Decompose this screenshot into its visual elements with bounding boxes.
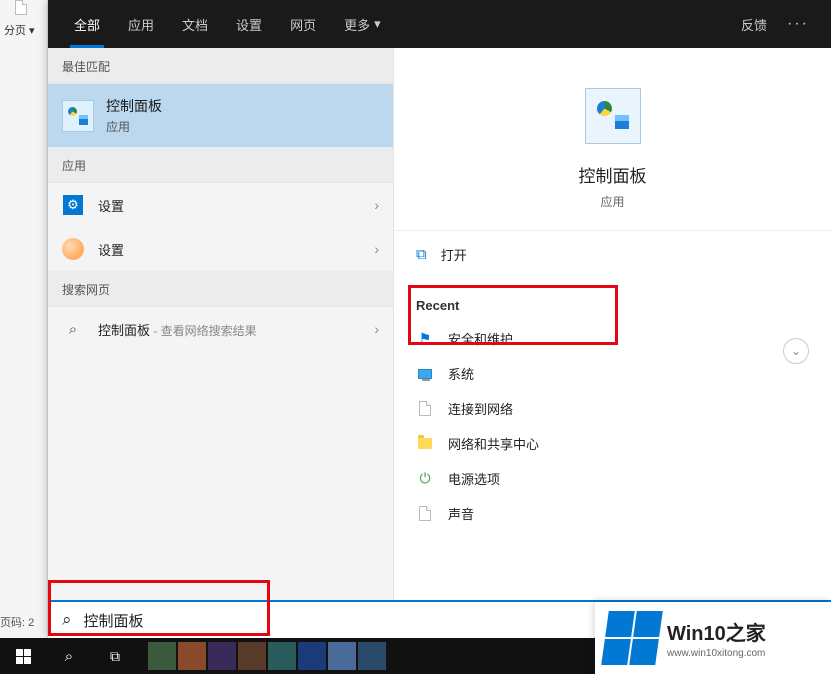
chevron-down-icon: ▾ <box>374 16 381 32</box>
web-search-term: 控制面板 <box>98 323 150 338</box>
recent-item[interactable]: 声音 <box>394 496 831 531</box>
control-panel-icon <box>585 88 641 144</box>
tab-settings[interactable]: 设置 <box>222 0 276 48</box>
document-icon <box>416 400 434 418</box>
watermark-brand: Win10之家 <box>667 617 766 646</box>
start-button[interactable] <box>0 638 46 674</box>
taskbar-app[interactable] <box>328 642 356 670</box>
recent-label: 安全和维护 <box>448 329 513 348</box>
taskbar-app[interactable] <box>268 642 296 670</box>
recent-item[interactable]: 网络和共享中心 <box>394 426 831 461</box>
flag-icon: ⚑ <box>416 330 434 348</box>
tab-web[interactable]: 网页 <box>276 0 330 48</box>
background-sidebar: 分页 ▾ <box>0 0 48 640</box>
search-icon: ⌕ <box>62 610 72 630</box>
gear-icon <box>62 238 84 260</box>
taskbar-apps <box>148 642 386 670</box>
watermark: Win10之家 www.win10xitong.com <box>595 602 831 674</box>
web-search-item[interactable]: ⌕ 控制面板 - 查看网络搜索结果 › <box>48 307 393 351</box>
app-item-settings-1[interactable]: ⚙ 设置 › <box>48 183 393 227</box>
control-panel-icon <box>62 100 94 132</box>
tab-all[interactable]: 全部 <box>60 0 114 48</box>
best-match-item[interactable]: 控制面板 应用 <box>48 84 393 147</box>
recent-item[interactable]: 连接到网络 <box>394 391 831 426</box>
best-match-sub: 应用 <box>106 118 162 135</box>
preview-pane: 控制面板 应用 ⧉ 打开 ⌄ Recent ⚑ 安全和维护 系统 连接到网络 <box>394 48 831 638</box>
preview-title: 控制面板 <box>579 162 647 187</box>
recent-header: Recent <box>394 278 831 321</box>
task-view-button[interactable]: ⧉ <box>92 638 138 674</box>
recent-label: 连接到网络 <box>448 399 513 418</box>
open-action[interactable]: ⧉ 打开 <box>394 230 831 278</box>
recent-label: 网络和共享中心 <box>448 434 539 453</box>
web-search-header: 搜索网页 <box>48 271 393 307</box>
document-icon <box>15 0 35 20</box>
recent-item[interactable]: ⏻ 电源选项 <box>394 461 831 496</box>
recent-item[interactable]: ⚑ 安全和维护 <box>394 321 831 356</box>
tab-more[interactable]: 更多 ▾ <box>330 0 395 48</box>
app-item-settings-2[interactable]: 设置 › <box>48 227 393 271</box>
recent-label: 电源选项 <box>448 469 500 488</box>
taskbar-app[interactable] <box>178 642 206 670</box>
best-match-header: 最佳匹配 <box>48 48 393 84</box>
windows-logo-icon <box>601 611 663 665</box>
results-list: 最佳匹配 控制面板 应用 应用 ⚙ 设置 › 设置 › 搜索网页 <box>48 48 393 638</box>
document-icon <box>416 505 434 523</box>
taskbar-app[interactable] <box>238 642 266 670</box>
chevron-right-icon: › <box>374 197 379 213</box>
chevron-right-icon: › <box>374 241 379 257</box>
expand-button[interactable]: ⌄ <box>783 338 809 364</box>
web-search-suffix: - 查看网络搜索结果 <box>150 324 257 338</box>
page-number-label: 页码: 2 <box>0 614 34 630</box>
tab-apps[interactable]: 应用 <box>114 0 168 48</box>
chevron-right-icon: › <box>374 321 379 337</box>
power-icon: ⏻ <box>416 470 434 488</box>
app-label: 设置 <box>98 196 360 215</box>
taskbar-search-button[interactable]: ⌕ <box>46 638 92 674</box>
search-icon: ⌕ <box>62 318 84 340</box>
preview-sub: 应用 <box>600 193 624 210</box>
taskbar-app[interactable] <box>208 642 236 670</box>
taskbar-app[interactable] <box>298 642 326 670</box>
search-results-panel: 全部 应用 文档 设置 网页 更多 ▾ 反馈 ··· 最佳匹配 控制面板 应用 … <box>48 0 831 638</box>
split-page-label[interactable]: 分页 ▾ <box>0 22 35 38</box>
taskbar-app[interactable] <box>148 642 176 670</box>
gear-icon: ⚙ <box>63 195 83 215</box>
windows-logo-icon <box>16 649 31 664</box>
open-label: 打开 <box>441 245 467 264</box>
monitor-icon <box>416 365 434 383</box>
tab-documents[interactable]: 文档 <box>168 0 222 48</box>
search-tabs: 全部 应用 文档 设置 网页 更多 ▾ 反馈 ··· <box>48 0 831 48</box>
preview-hero: 控制面板 应用 <box>394 68 831 230</box>
more-options-button[interactable]: ··· <box>777 15 819 33</box>
taskbar-app[interactable] <box>358 642 386 670</box>
app-label: 设置 <box>98 240 360 259</box>
folder-icon <box>416 435 434 453</box>
tab-more-label: 更多 <box>344 15 370 34</box>
recent-label: 系统 <box>448 364 474 383</box>
open-icon: ⧉ <box>416 246 427 263</box>
recent-label: 声音 <box>448 504 474 523</box>
apps-header: 应用 <box>48 147 393 183</box>
recent-item[interactable]: 系统 <box>394 356 831 391</box>
best-match-title: 控制面板 <box>106 96 162 116</box>
feedback-link[interactable]: 反馈 <box>731 15 777 34</box>
web-search-label: 控制面板 - 查看网络搜索结果 <box>98 320 360 339</box>
watermark-url: www.win10xitong.com <box>667 648 766 659</box>
